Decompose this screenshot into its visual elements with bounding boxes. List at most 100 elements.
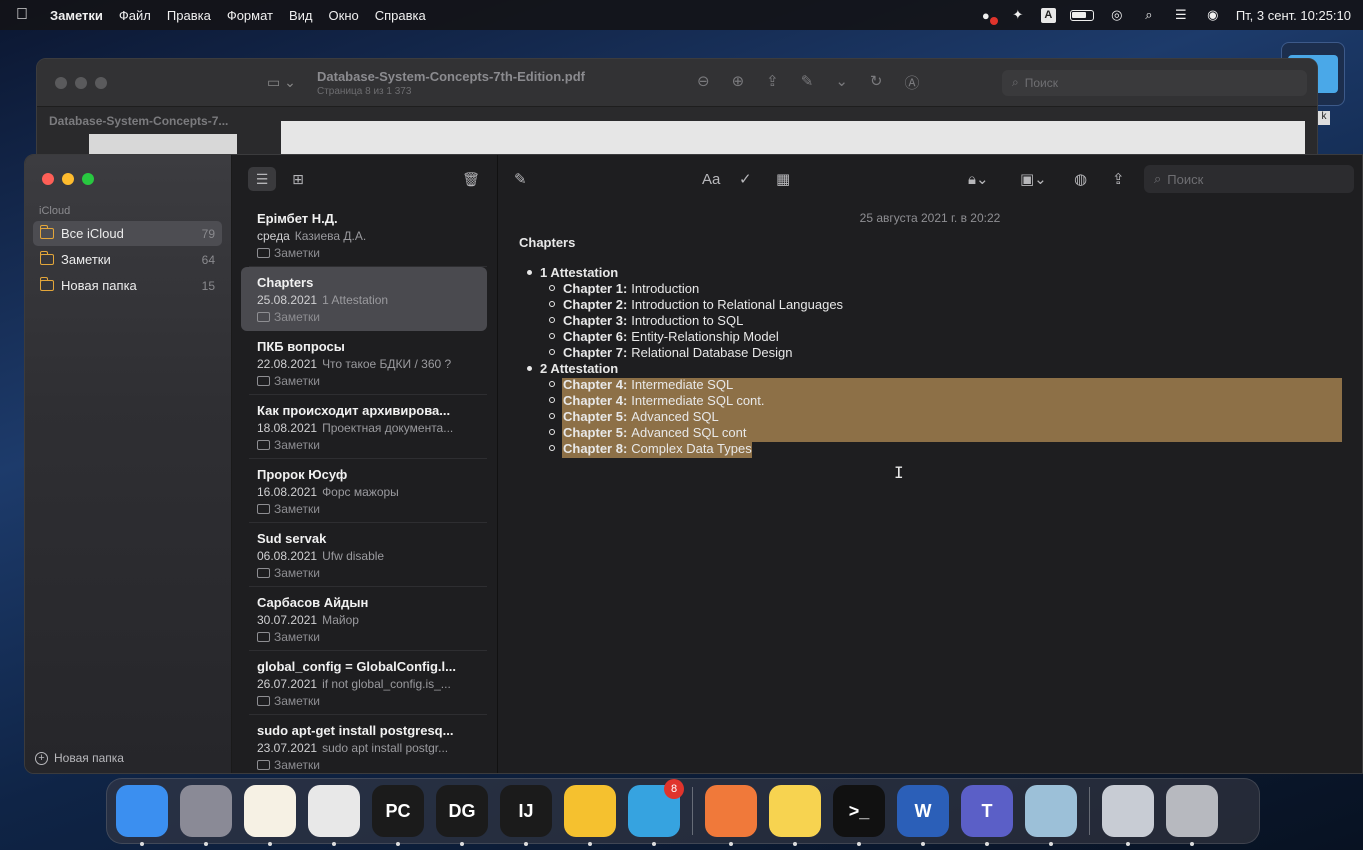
chapter-item: Chapter 3: Introduction to SQL: [549, 312, 1362, 328]
apple-menu-icon[interactable]: : [0, 6, 44, 24]
preview-pdf-window[interactable]: ▭ ⌄ Database-System-Concepts-7th-Edition…: [36, 58, 1318, 168]
note-date: 25.08.2021: [257, 293, 318, 307]
menu-view[interactable]: Вид: [281, 8, 321, 23]
compose-icon[interactable]: ✎: [514, 167, 527, 191]
menu-app-name[interactable]: Заметки: [44, 8, 111, 23]
trash-app-icon[interactable]: [1166, 785, 1218, 846]
list-item[interactable]: Сарбасов Айдын 30.07.2021 Майор Заметки: [249, 587, 487, 651]
list-item[interactable]: Пророк Юсуф 16.08.2021 Форс мажоры Заметк…: [249, 459, 487, 523]
lock-icon[interactable]: 🔒︎⌄: [968, 167, 989, 191]
note-meta: 18.08.2021 Проектная документа...: [257, 421, 480, 435]
sidebar-item-notes[interactable]: Заметки 64: [33, 247, 222, 272]
list-item[interactable]: sudo apt-get install postgresq... 23.07.…: [249, 715, 487, 773]
xcode-instruments-app-icon[interactable]: [564, 785, 616, 846]
note-body[interactable]: Chapters 1 Attestation Chapter 1: Introdu…: [498, 225, 1362, 456]
close-button[interactable]: [42, 173, 54, 185]
zoom-out-icon[interactable]: ⊖: [697, 72, 710, 93]
document-app-icon[interactable]: [1102, 785, 1154, 846]
teams-app-icon[interactable]: T: [961, 785, 1013, 846]
menu-file[interactable]: Файл: [111, 8, 159, 23]
list-item[interactable]: ПКБ вопросы 22.08.2021 Что такое БДКИ / 3…: [249, 331, 487, 395]
note-folder-label: Заметки: [274, 374, 320, 388]
dock-app-label: >_: [848, 800, 870, 821]
telegram-app-icon[interactable]: 8: [628, 779, 684, 846]
chapter-item-selected: Chapter 5: Advanced SQL: [549, 408, 1362, 424]
share-icon[interactable]: ⇪: [766, 72, 779, 93]
markup-pen-icon[interactable]: ✎: [801, 72, 814, 93]
finder-app-icon[interactable]: [116, 785, 168, 846]
input-source-icon[interactable]: A: [1040, 7, 1056, 23]
checklist-icon[interactable]: ✓: [739, 167, 752, 191]
butterfly-icon[interactable]: ✦: [1009, 7, 1027, 23]
share-icon[interactable]: ⇪: [1112, 167, 1125, 191]
zoom-in-icon[interactable]: ⊕: [732, 72, 745, 93]
sidebar-item-count: 79: [201, 226, 215, 241]
note-preview: Форс мажоры: [322, 485, 399, 499]
dock-badge: 8: [664, 779, 684, 799]
minimize-button[interactable]: [62, 173, 74, 185]
terminal-app-icon[interactable]: >_: [833, 785, 885, 846]
chrome-app-icon[interactable]: [308, 785, 360, 846]
intellij-app-icon[interactable]: IJ: [500, 785, 552, 846]
chapter-item-selected: Chapter 4: Intermediate SQL: [549, 376, 1362, 392]
zoom-button[interactable]: [82, 173, 94, 185]
rotate-icon[interactable]: ↻: [870, 72, 883, 93]
note-preview: if not global_config.is_...: [322, 677, 451, 691]
word-app-icon[interactable]: W: [897, 785, 949, 846]
desktop-file-label[interactable]: k: [1318, 111, 1330, 125]
running-indicator: [268, 842, 272, 846]
trash-icon[interactable]: 🗑: [457, 167, 485, 191]
wifi-icon[interactable]: ◎: [1108, 7, 1126, 23]
list-item-selected[interactable]: Chapters 25.08.2021 1 Attestation Заметки: [241, 267, 487, 331]
menu-format[interactable]: Формат: [219, 8, 281, 23]
gallery-view-icon[interactable]: ⊞: [284, 167, 312, 191]
clock[interactable]: Пт, 3 сент. 10:25:10: [1236, 8, 1351, 23]
siri-icon[interactable]: ◉: [1204, 7, 1222, 23]
new-folder-button[interactable]: + Новая папка: [35, 751, 124, 765]
spotlight-search-icon[interactable]: ⌕: [1140, 7, 1158, 23]
list-view-icon[interactable]: ☰: [248, 167, 276, 191]
chapter-title: Introduction to SQL: [631, 312, 744, 328]
pdf-sidebar-toggle-icon[interactable]: ▭ ⌄: [267, 74, 317, 91]
vectornator-app-icon[interactable]: [705, 785, 757, 846]
media-icon[interactable]: ▣⌄: [1020, 167, 1047, 191]
menu-window[interactable]: Окно: [321, 8, 367, 23]
collaborate-icon[interactable]: ◍: [1074, 167, 1087, 191]
list-item[interactable]: Как происходит архивирова... 18.08.2021 П…: [249, 395, 487, 459]
pdf-search-input[interactable]: ⌕ Поиск: [1002, 69, 1307, 96]
note-title: Sud servak: [257, 531, 327, 546]
bullet-circle: [549, 317, 555, 323]
notes-app-icon[interactable]: [769, 785, 821, 846]
preview-app-icon[interactable]: [1025, 785, 1077, 846]
folder-icon: [257, 312, 270, 322]
control-center-icon[interactable]: ☰: [1172, 7, 1190, 23]
datagrip-app-icon[interactable]: DG: [436, 785, 488, 846]
notes-search-placeholder: Поиск: [1167, 171, 1204, 187]
battery-icon[interactable]: [1069, 9, 1094, 21]
sidebar-item-label: Все iCloud: [61, 226, 124, 241]
list-item[interactable]: global_config = GlobalConfig.l... 26.07.…: [249, 651, 487, 715]
table-icon[interactable]: ▦: [776, 167, 790, 191]
notes-search-input[interactable]: ⌕ Поиск: [1144, 165, 1354, 193]
pdf-window-controls[interactable]: [37, 76, 267, 89]
notification-app-icon[interactable]: ●: [977, 7, 998, 25]
annotate-icon[interactable]: Ⓐ: [904, 72, 919, 93]
list-item[interactable]: Sud servak 06.08.2021 Ufw disable Заметки: [249, 523, 487, 587]
note-date: 06.08.2021: [257, 549, 318, 563]
folder-icon: [257, 376, 270, 386]
menu-edit[interactable]: Правка: [159, 8, 219, 23]
sidebar-item-new-folder[interactable]: Новая папка 15: [33, 273, 222, 298]
pages-app-icon[interactable]: [244, 785, 296, 846]
bullet-circle: [549, 445, 555, 451]
launchpad-app-icon[interactable]: [180, 785, 232, 846]
note-preview: Проектная документа...: [322, 421, 454, 435]
chevron-down-icon[interactable]: ⌄: [835, 72, 848, 93]
folder-icon: [39, 277, 54, 291]
sidebar-item-all-icloud[interactable]: Все iCloud 79: [33, 221, 222, 246]
format-text-button[interactable]: Aa: [702, 167, 720, 191]
list-item[interactable]: Ерімбет Н.Д. среда Казиева Д.А. Заметки: [249, 203, 487, 267]
menu-help[interactable]: Справка: [367, 8, 434, 23]
pdf-thumbnail-label: Database-System-Concepts-7...: [49, 114, 229, 128]
note-folder: Заметки: [257, 246, 480, 260]
pycharm-app-icon[interactable]: PC: [372, 785, 424, 846]
